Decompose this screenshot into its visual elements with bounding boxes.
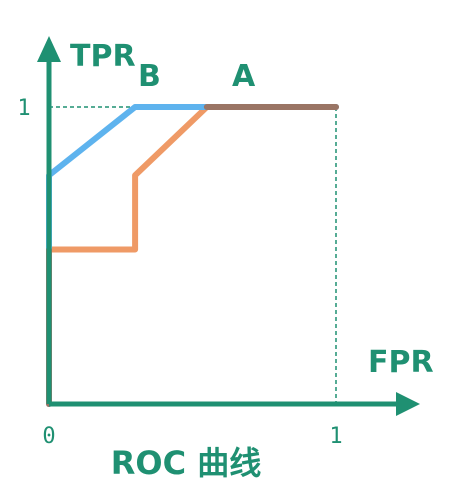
roc-chart: TPR FPR 0 1 1 B A ROC 曲线 (17, 36, 434, 482)
axes (37, 36, 420, 416)
x-tick-1: 1 (329, 424, 342, 449)
series-label-b: B (138, 59, 161, 94)
series-layer (46, 104, 339, 407)
y-axis-arrow (37, 36, 61, 62)
guide-lines (49, 106, 337, 404)
chart-title: ROC 曲线 (111, 444, 261, 482)
x-axis-label: FPR (368, 345, 434, 380)
x-tick-0: 0 (42, 424, 55, 449)
y-tick-1: 1 (17, 96, 30, 121)
series-a-line (46, 104, 339, 407)
y-axis-label: TPR (70, 39, 136, 74)
x-axis-arrow (396, 392, 420, 416)
series-b-line (46, 104, 339, 407)
series-label-a: A (232, 59, 256, 94)
